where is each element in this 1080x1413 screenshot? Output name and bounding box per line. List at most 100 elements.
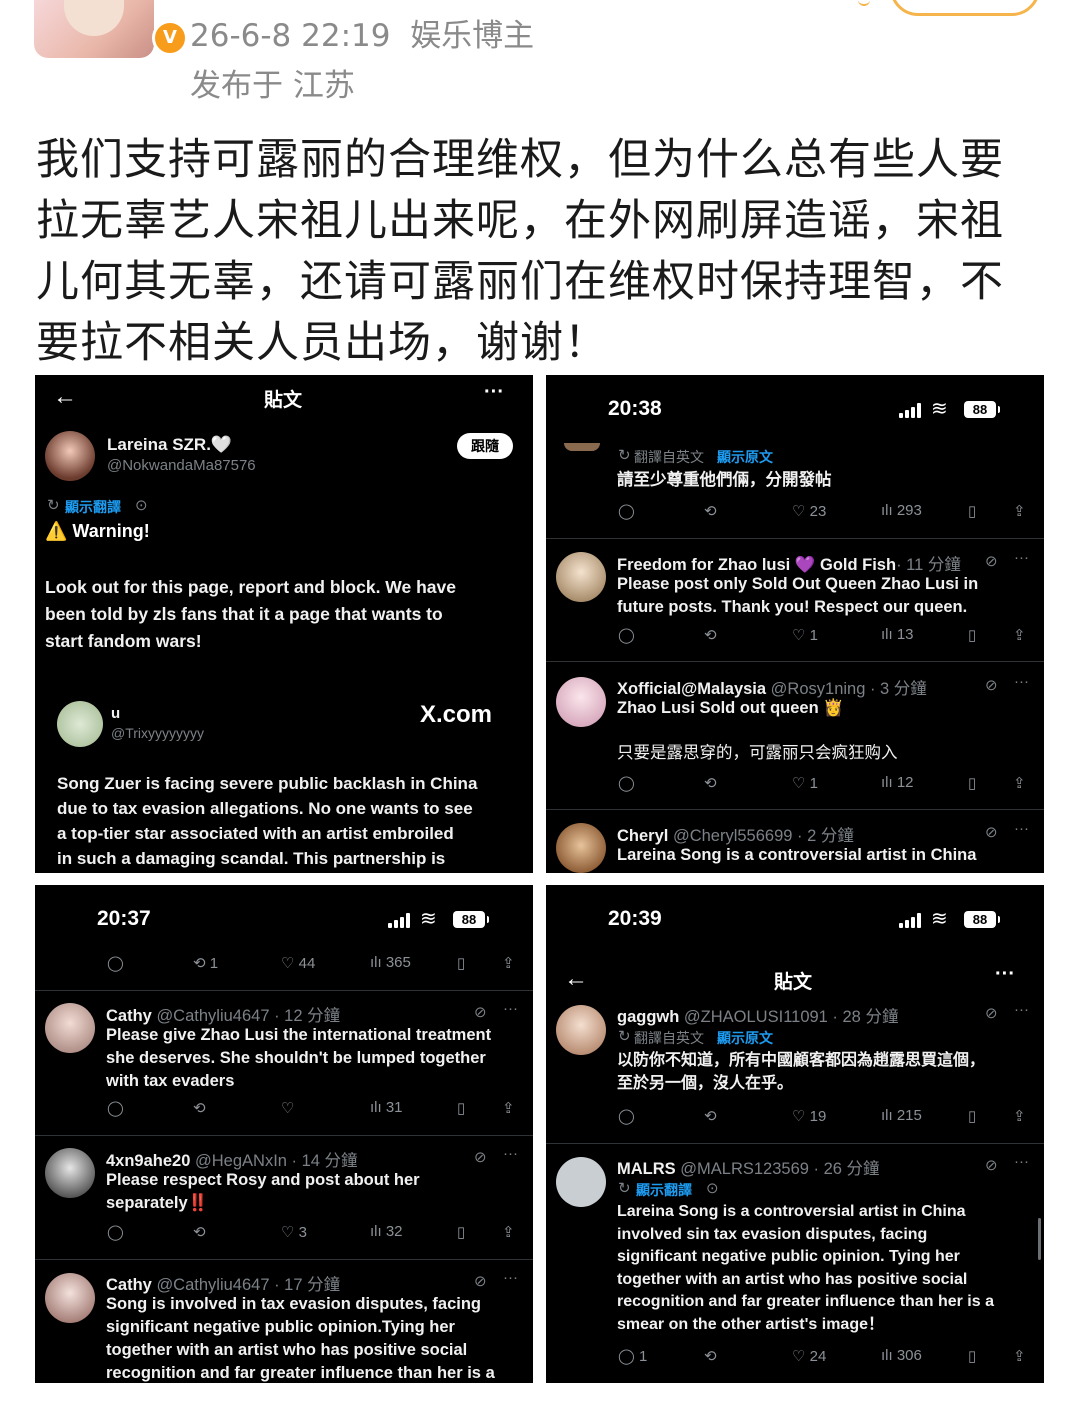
grok-icon[interactable]: ⊘ [985,676,998,694]
more-icon[interactable]: ··· [1014,820,1029,837]
grok-icon[interactable]: ⊘ [474,1148,487,1166]
follow-button[interactable] [890,0,1040,16]
show-original-link[interactable]: 顯示原文 [717,447,773,467]
retweet-icon[interactable]: ⟲ [193,1099,206,1117]
bookmark-icon[interactable]: ▯ [968,502,976,520]
bookmark-icon[interactable]: ▯ [457,954,465,972]
retweet-icon[interactable]: ⟲ [193,1223,206,1241]
bookmark-icon[interactable]: ▯ [968,1107,976,1125]
view-count[interactable]: ılı 13 [881,626,914,643]
avatar[interactable] [45,431,95,481]
bookmark-icon[interactable]: ▯ [457,1223,465,1241]
bookmark-icon[interactable]: ▯ [968,1347,976,1365]
like-count[interactable]: ♡ 44 [281,954,315,972]
retweet-icon[interactable]: ⟲ [704,1347,717,1365]
view-count[interactable]: ılı 293 [881,502,922,519]
reply-icon[interactable]: ◯ [618,502,635,520]
back-arrow-icon[interactable]: ← [564,965,588,993]
reply-author[interactable]: Cheryl @Cheryl556699 · 2 分鐘 [617,822,854,846]
avatar[interactable] [34,0,154,58]
like-count[interactable]: ♡ 1 [792,774,818,792]
reply-icon[interactable]: ◯ [618,1107,635,1125]
avatar[interactable] [556,552,606,602]
grok-icon[interactable]: ⊘ [985,1004,998,1022]
reply-icon[interactable]: ◯ [107,1223,124,1241]
show-original-link[interactable]: 顯示原文 [717,1028,773,1048]
grok-icon[interactable]: ⊘ [474,1272,487,1290]
view-count[interactable]: ılı 12 [881,774,914,791]
follow-button[interactable]: 跟隨 [457,433,513,459]
share-icon[interactable]: ⇪ [502,1099,515,1117]
share-icon[interactable]: ⇪ [1013,1107,1026,1125]
reply-author[interactable]: 4xn9ahe20 @HegANxIn · 14 分鐘 [106,1147,358,1171]
reply-author[interactable]: Xofficial@Malaysia @Rosy1ning · 3 分鐘 [617,675,927,699]
more-icon[interactable]: ··· [503,1145,518,1162]
share-icon[interactable]: ⇪ [1013,774,1026,792]
bookmark-icon[interactable]: ▯ [457,1099,465,1117]
view-count[interactable]: ılı 365 [370,954,411,971]
more-icon[interactable]: ··· [484,381,504,404]
more-icon[interactable]: ··· [995,963,1015,986]
avatar[interactable] [556,1005,606,1055]
like-count[interactable]: ♡ 19 [792,1107,826,1125]
like-count[interactable]: ♡ 24 [792,1347,826,1365]
share-icon[interactable]: ⇪ [1013,626,1026,644]
share-icon[interactable]: ⇪ [502,1223,515,1241]
retweet-icon[interactable]: ⟲ [704,626,717,644]
reply-author[interactable]: Cathy @Cathyliu4647 · 17 分鐘 [106,1271,340,1295]
avatar[interactable] [556,1157,606,1207]
like-count[interactable]: ♡ 1 [792,626,818,644]
more-icon[interactable]: ··· [1014,549,1029,566]
retweet-count[interactable]: ⟲ 1 [193,954,218,972]
reply-author[interactable]: Freedom for Zhao lusi 💜 Gold Fish· 11 分鐘 [617,551,961,575]
more-icon[interactable]: ··· [503,1269,518,1286]
avatar[interactable] [45,1148,95,1198]
share-icon[interactable]: ⇪ [1013,1347,1026,1365]
screenshot-image[interactable]: 20:38 ≋ 88 ↻ 翻譯自英文 顯示原文 請至少尊重他們倆，分開發帖 ◯ … [546,375,1044,873]
retweet-icon[interactable]: ⟲ [704,502,717,520]
retweet-icon[interactable]: ⟲ [704,1107,717,1125]
avatar[interactable] [564,443,600,451]
grok-icon[interactable]: ⊘ [474,1003,487,1021]
scrollbar[interactable] [1038,1218,1041,1260]
more-icon[interactable]: ··· [1014,673,1029,690]
grok-icon[interactable]: ⊘ [985,823,998,841]
view-count[interactable]: ılı 32 [370,1223,403,1240]
reply-icon[interactable]: ◯ [618,626,635,644]
quote-author-name[interactable]: u [111,705,120,722]
retweet-icon[interactable]: ⟲ [704,774,717,792]
view-count[interactable]: ılı 215 [881,1107,922,1124]
reply-icon[interactable]: ◯ [618,774,635,792]
reply-icon[interactable]: ◯ [107,954,124,972]
avatar[interactable] [556,677,606,727]
reply-author[interactable]: MALRS @MALRS123569 · 26 分鐘 [617,1155,880,1179]
avatar[interactable] [45,1273,95,1323]
show-translation-link[interactable]: 顯示翻譯 [65,497,121,517]
like-count[interactable]: ♡ 3 [281,1223,307,1241]
reply-author[interactable]: Cathy @Cathyliu4647 · 12 分鐘 [106,1002,340,1026]
author-avatar-group[interactable]: V [34,0,188,58]
share-icon[interactable]: ⇪ [1013,502,1026,520]
more-icon[interactable]: ··· [1014,1153,1029,1170]
grok-icon[interactable]: ⊘ [985,552,998,570]
more-icon[interactable]: ··· [503,1000,518,1017]
screenshot-image[interactable]: 20:37 ≋ 88 ◯ ⟲ 1 ♡ 44 ılı 365 ▯ ⇪ Cathy … [35,885,533,1383]
screenshot-image[interactable]: ← 貼文 ··· Lareina SZR.🤍 @NokwandaMa87576 … [35,375,533,873]
more-icon[interactable]: ··· [1014,1001,1029,1018]
bookmark-icon[interactable]: ▯ [968,626,976,644]
like-count[interactable]: ♡ 23 [792,502,826,520]
back-arrow-icon[interactable]: ← [53,383,77,411]
view-count[interactable]: ılı 31 [370,1099,403,1116]
reply-count[interactable]: ◯ 1 [618,1347,647,1365]
share-icon[interactable]: ⇪ [502,954,515,972]
show-translation-link[interactable]: 顯示翻譯 [636,1180,692,1200]
grok-icon[interactable]: ⊘ [985,1156,998,1174]
like-icon[interactable]: ♡ [281,1099,294,1117]
reply-author[interactable]: gaggwh @ZHAOLUSI11091 · 28 分鐘 [617,1003,898,1027]
reply-icon[interactable]: ◯ [107,1099,124,1117]
avatar[interactable] [45,1003,95,1053]
bookmark-icon[interactable]: ▯ [968,774,976,792]
author-name[interactable]: Lareina SZR.🤍 [107,435,232,455]
view-count[interactable]: ılı 306 [881,1347,922,1364]
avatar[interactable] [556,823,606,873]
